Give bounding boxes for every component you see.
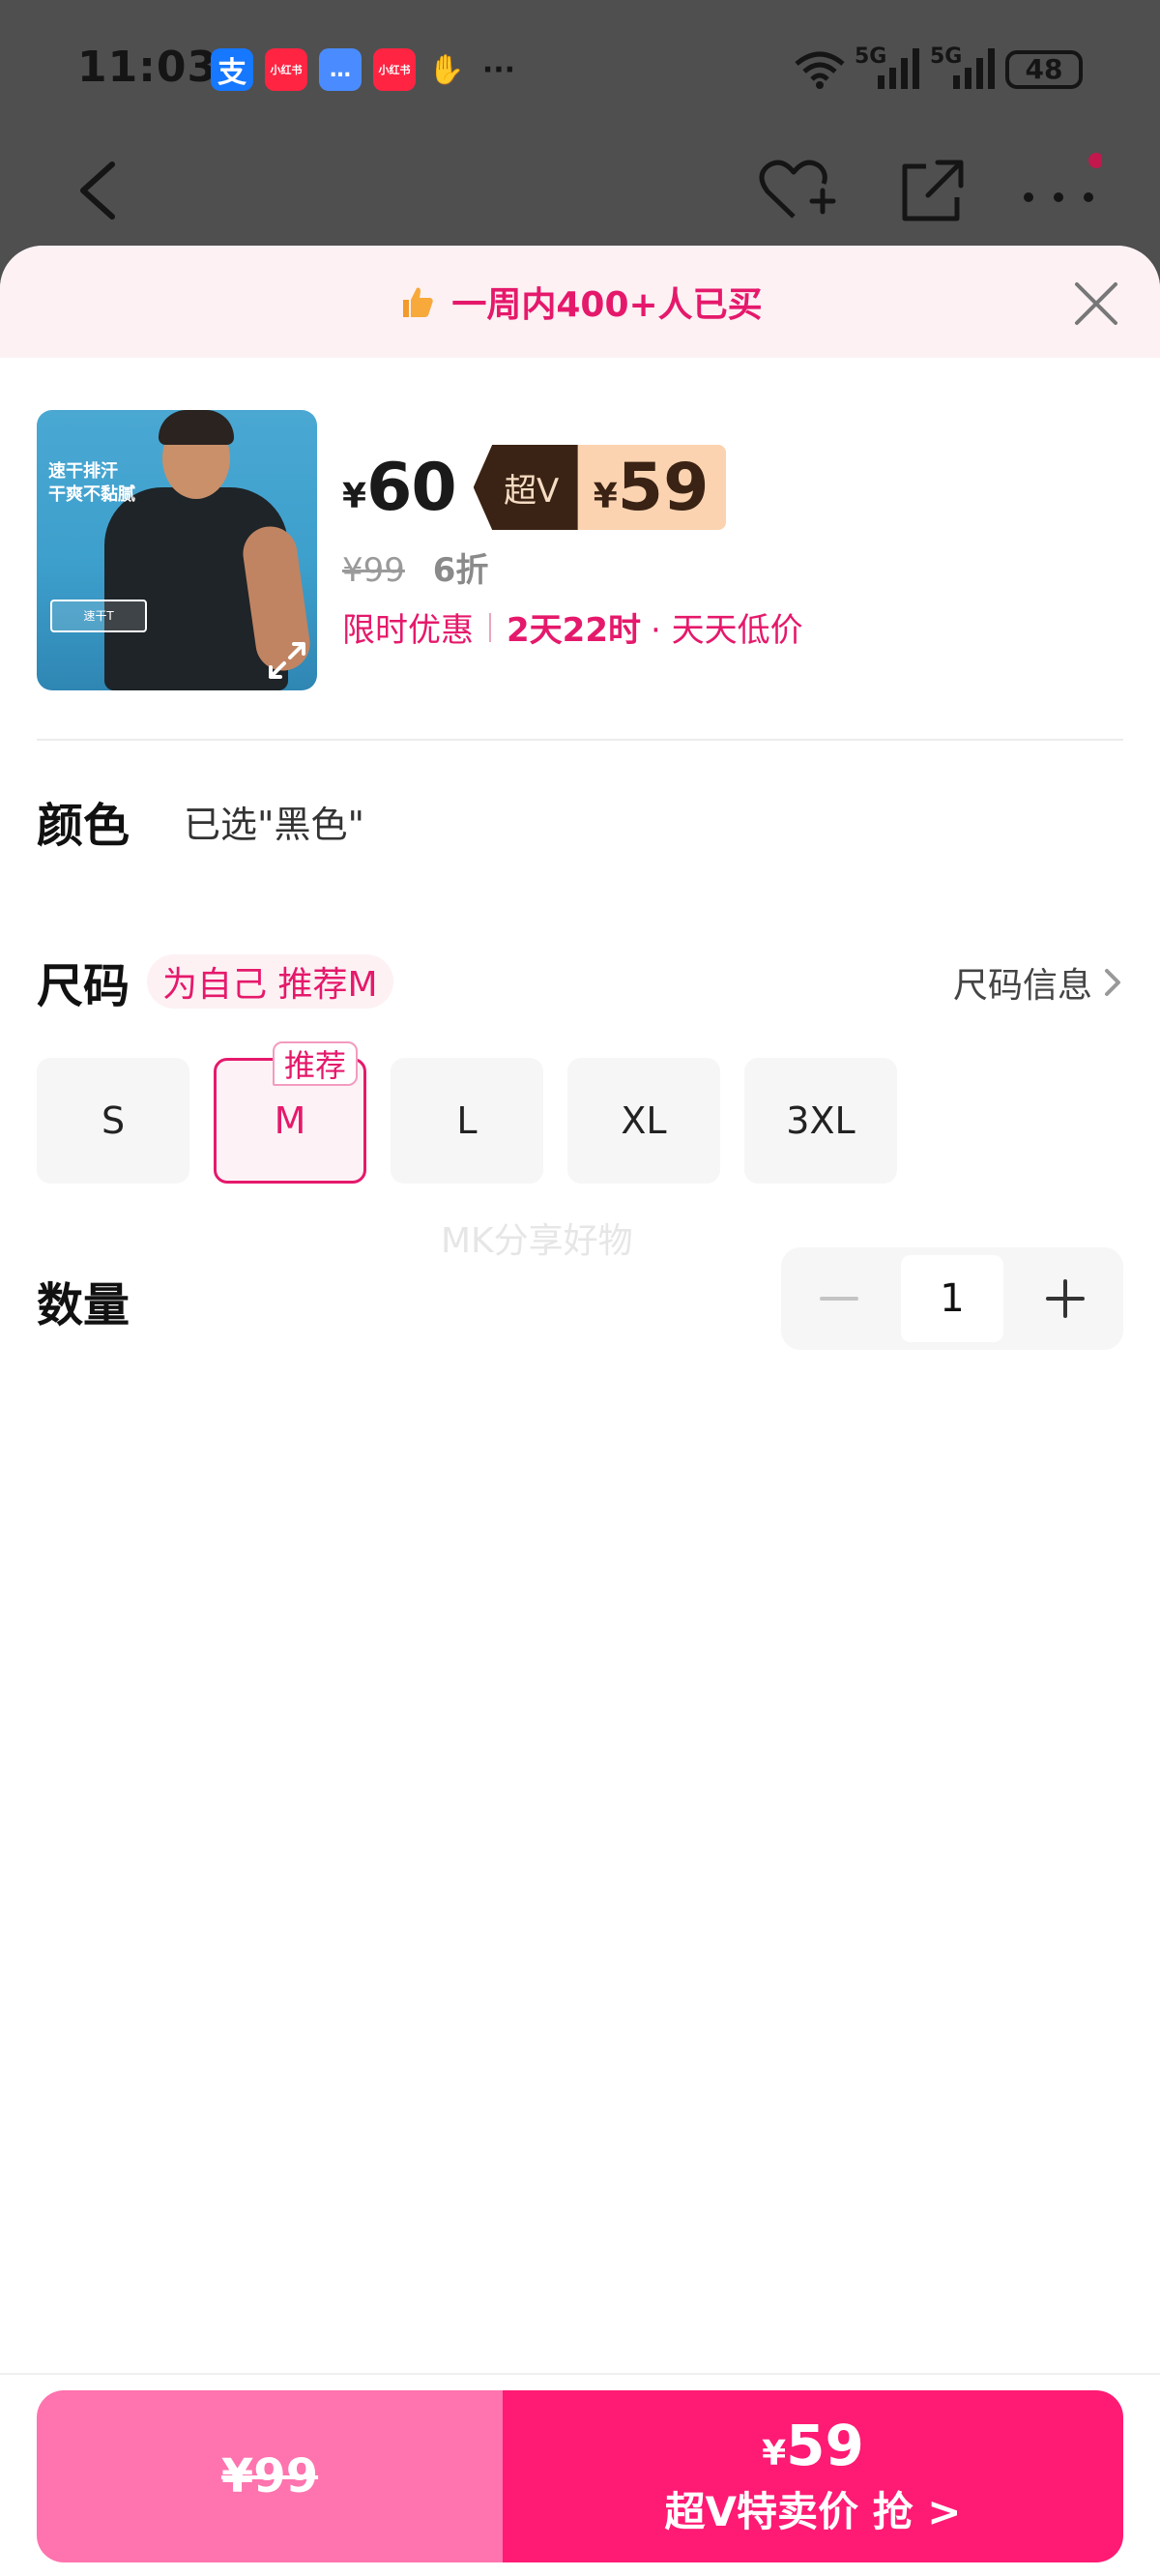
recommended-badge: 推荐 [273,1041,359,1086]
promo-countdown: 2天22时 [507,611,641,650]
battery-indicator: 48 [1005,50,1083,89]
size-info-link[interactable]: 尺码信息 [953,957,1123,1008]
promo-row: 限时优惠 2天22时 · 天天低价 [342,603,803,651]
quantity-stepper: 1 [781,1247,1123,1350]
xiaohongshu-icon: 小红书 [265,48,307,91]
color-selected: 已选"黑色" [184,803,364,846]
size-option-3xl[interactable]: 3XL [744,1058,897,1184]
thumbnail-tagline: 速干排汗 干爽不黏腻 [48,461,135,505]
more-notifications-icon: ··· [481,52,516,87]
thumbnail-tag: 速干T [50,600,147,632]
bottom-divider [0,2373,1160,2375]
size-options: S M 推荐 L XL 3XL [37,1041,921,1184]
color-title: 颜色 [37,799,130,853]
size-title: 尺码 [37,959,130,1013]
wifi-icon [795,51,845,89]
signal-icon [953,48,995,89]
close-icon[interactable] [1071,278,1121,329]
minus-icon [820,1297,858,1301]
vip-buy-currency: ¥ [762,2433,787,2474]
original-price: ¥99 [342,551,405,590]
buy-bar: ¥99 ¥59 超V特卖价 抢 > [37,2390,1123,2562]
current-price: 60 [366,449,457,526]
color-section: 颜色 已选"黑色" [37,787,364,855]
quantity-section: 数量 1 [37,1247,1123,1354]
share-icon[interactable] [887,147,974,234]
product-thumbnail[interactable]: 速干排汗 干爽不黏腻 速干T [37,410,317,690]
sku-selector-sheet: 一周内400+人已买 速干排汗 干爽不黏腻 速干T ¥ 60 超V ¥ 59 ¥… [0,246,1160,2576]
plus-icon [1046,1279,1085,1318]
size-option-label: M [274,1099,306,1142]
purchase-count-text: 一周内400+人已买 [451,285,763,325]
product-summary: 速干排汗 干爽不黏腻 速干T ¥ 60 超V ¥ 59 ¥99 6折 限时优惠 [37,410,1123,690]
price-row: ¥ 60 超V ¥ 59 [342,445,727,530]
signal-icon [878,48,919,89]
size-option-s[interactable]: S [37,1058,189,1184]
status-time: 11:03 [77,43,218,92]
discount-label: 6折 [432,551,489,590]
vip-price-tag: 超V ¥ 59 [473,445,727,530]
vip-price-value: 59 [617,449,710,526]
promo-label: 限时优惠 [342,611,474,650]
back-icon[interactable] [54,147,141,234]
decrement-button[interactable] [781,1247,897,1350]
vip-label: 超V [473,445,578,530]
buy-original-price-button[interactable]: ¥99 [37,2390,503,2562]
expand-icon[interactable] [265,638,309,683]
chevron-right-icon [1105,969,1120,996]
size-recommendation: 为自己 推荐M [147,954,393,1009]
size-option-xl[interactable]: XL [567,1058,720,1184]
top-nav [0,135,1160,242]
model-hair [159,410,234,445]
xiaohongshu-icon: 小红书 [373,48,416,91]
hand-icon: ✋ [428,52,465,87]
purchase-count-banner: 一周内400+人已买 [0,246,1160,358]
quantity-title: 数量 [37,1278,130,1332]
vip-buy-value: 59 [786,2412,864,2478]
vip-price-currency: ¥ [593,476,618,516]
divider [37,739,1123,741]
size-option-l[interactable]: L [391,1058,543,1184]
size-info-label: 尺码信息 [952,966,1092,1006]
vip-price: ¥ 59 [577,445,727,530]
thumbs-up-icon [403,287,434,317]
increment-button[interactable] [1007,1247,1123,1350]
favorite-add-icon[interactable] [750,147,837,234]
size-option-m[interactable]: M 推荐 [214,1041,366,1184]
vip-buy-price: ¥59 [762,2415,864,2485]
original-price-row: ¥99 6折 [342,543,488,591]
more-icon[interactable] [1015,147,1102,234]
price-currency: ¥ [342,476,367,516]
status-bar: 11:03 支 小红书 … 小红书 ✋ ··· 5G 5G 48 [0,0,1160,126]
message-icon: … [319,48,362,91]
buy-vip-price-button[interactable]: ¥59 超V特卖价 抢 > [503,2390,1123,2562]
promo-separator [489,612,491,642]
promo-suffix: · 天天低价 [650,611,803,650]
size-section-header: 尺码 为自己 推荐M 尺码信息 [37,948,1123,1015]
quantity-value[interactable]: 1 [901,1255,1003,1342]
vip-buy-label: 超V特卖价 抢 > [664,2487,962,2535]
alipay-icon: 支 [211,48,253,91]
